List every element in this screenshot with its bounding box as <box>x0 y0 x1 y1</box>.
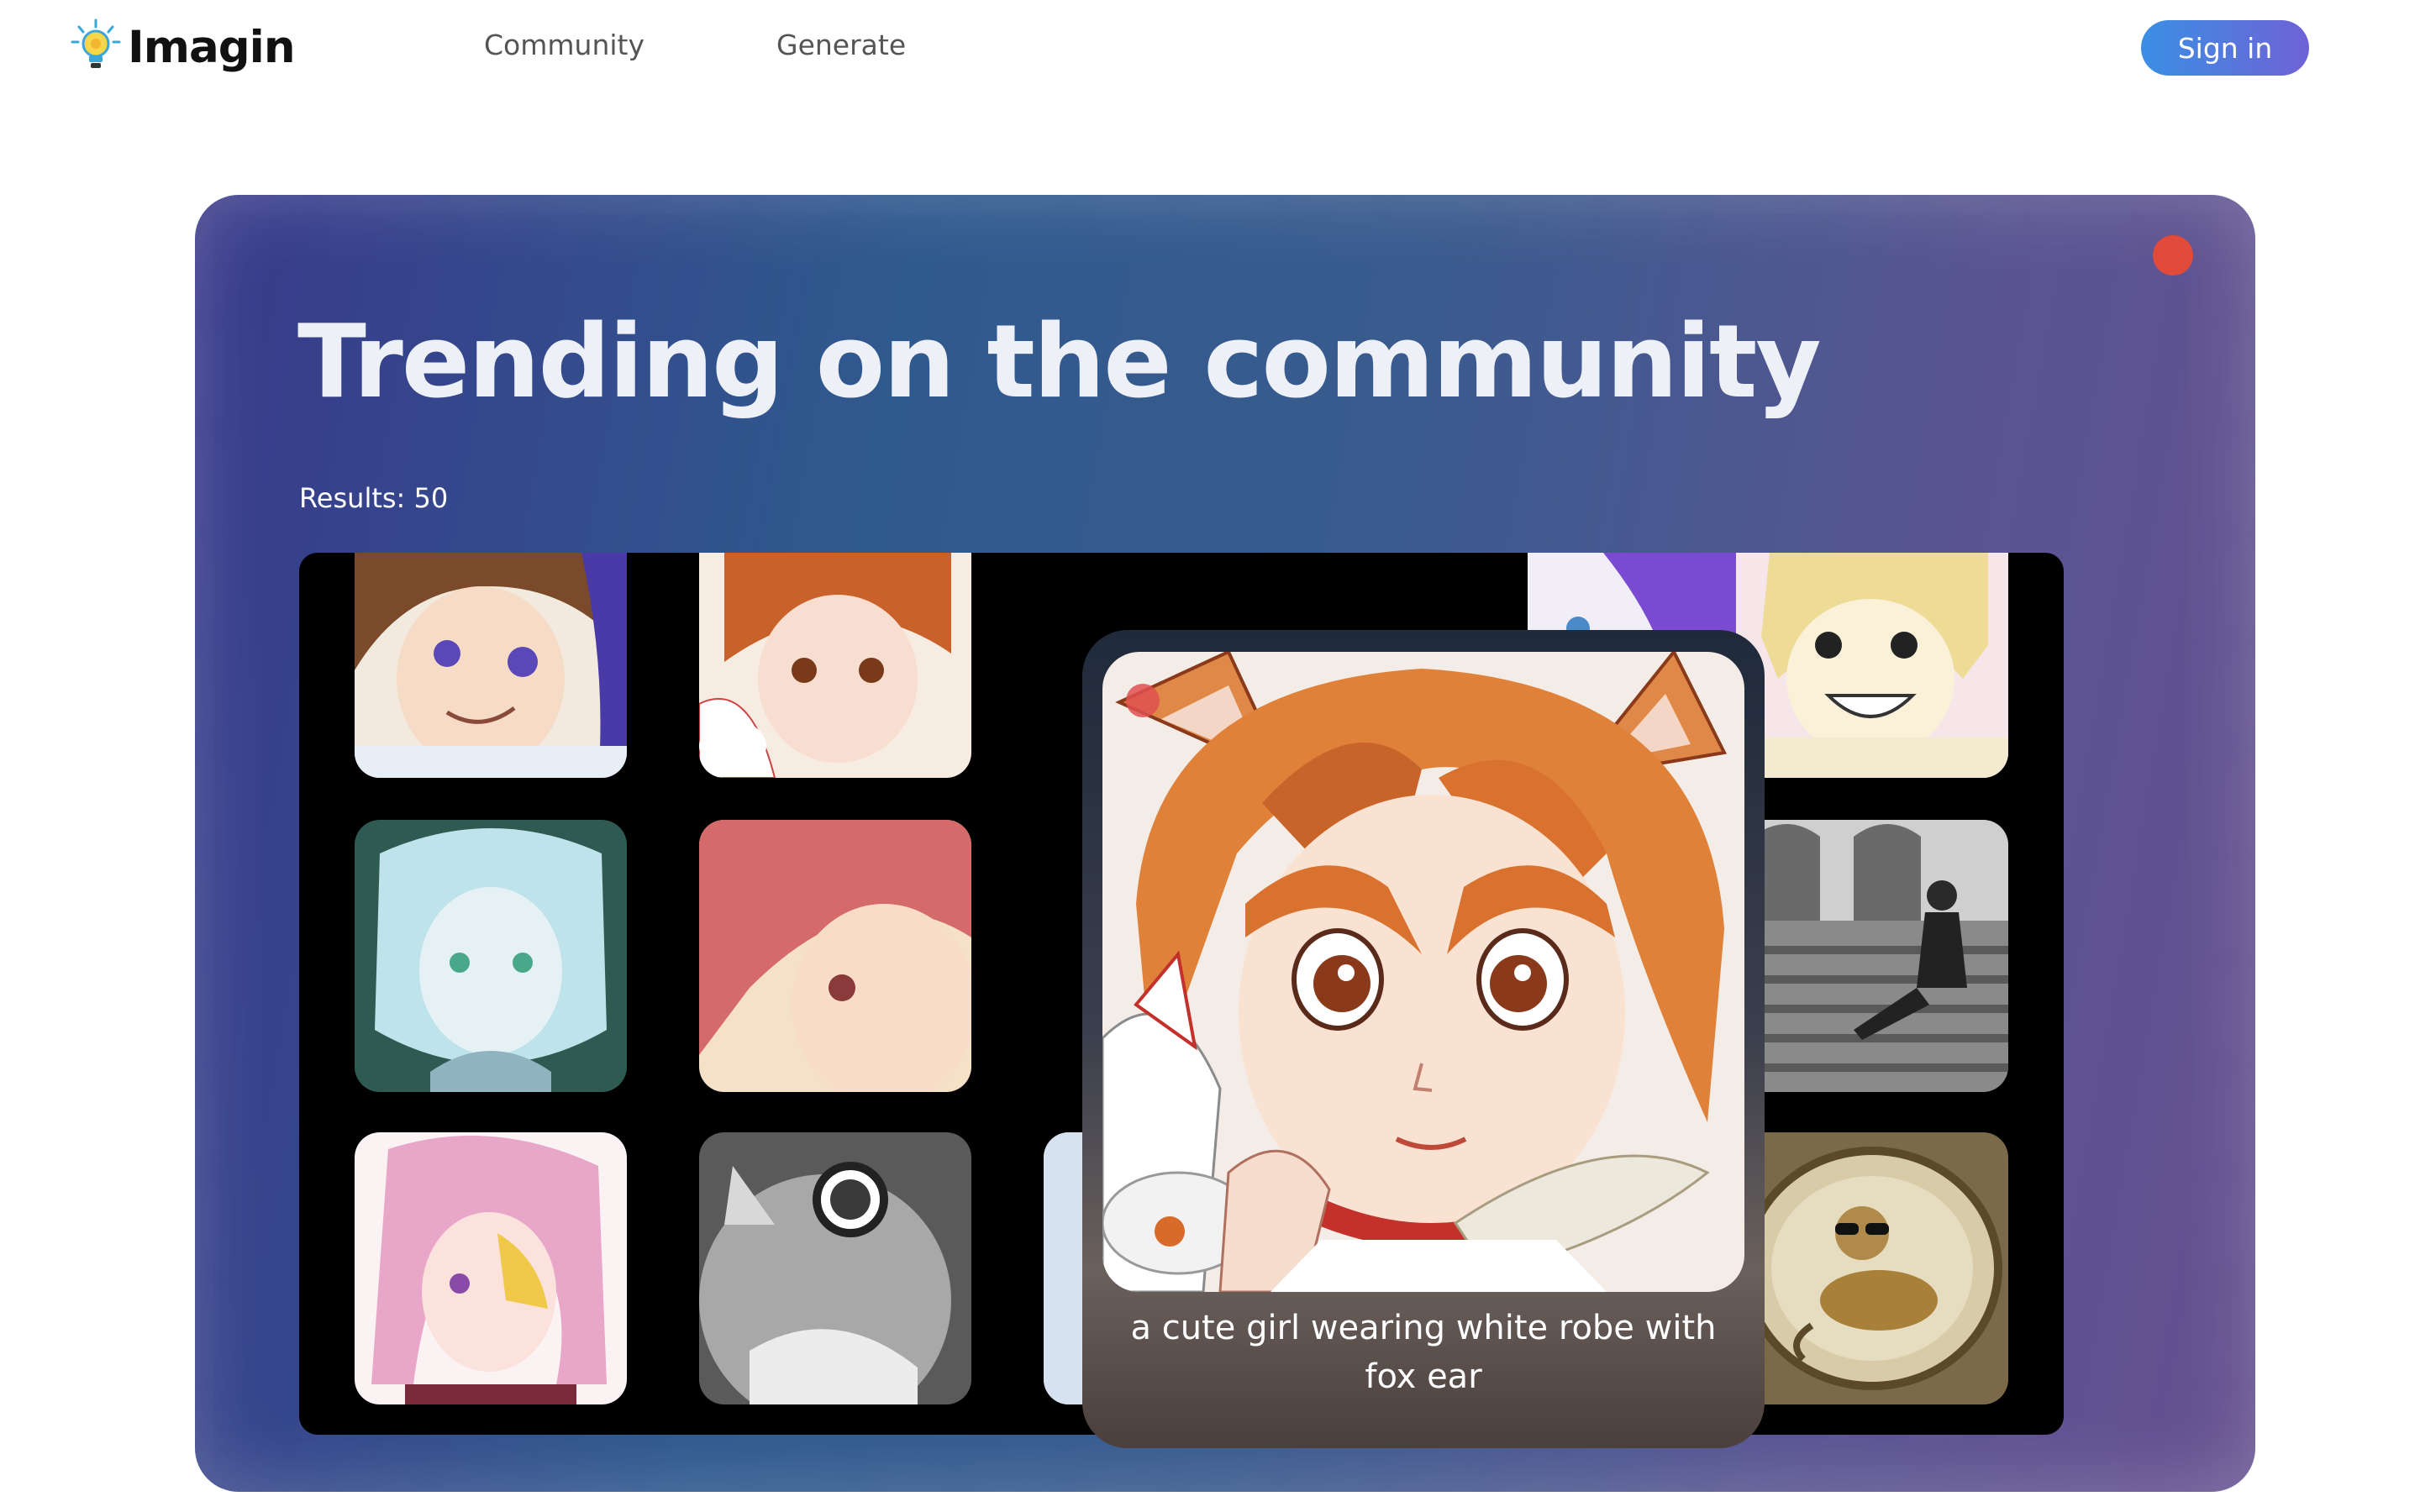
gallery-image[interactable] <box>355 820 627 1092</box>
lightbulb-icon <box>69 18 123 76</box>
results-count: Results: 50 <box>299 482 449 514</box>
preview-caption: a cute girl wearing white robe with fox … <box>1130 1309 1717 1396</box>
logo-text: Imagin <box>128 21 296 73</box>
gallery-image[interactable] <box>1736 1132 2008 1404</box>
nav-generate-link[interactable]: Generate <box>776 29 906 61</box>
gallery-image[interactable] <box>355 1132 627 1404</box>
gallery-image[interactable] <box>1736 820 2008 1092</box>
logo[interactable]: Imagin <box>69 18 296 76</box>
top-navbar: Imagin Community Generate Sign in <box>0 0 2420 94</box>
gallery-image[interactable] <box>699 553 971 778</box>
gallery-image[interactable] <box>1736 553 2008 778</box>
trending-panel: Trending on the community Results: 50 a … <box>195 195 2255 1492</box>
gallery-image[interactable] <box>699 1132 971 1404</box>
nav-community-link[interactable]: Community <box>484 29 644 61</box>
gallery-image[interactable] <box>355 553 627 778</box>
page-title: Trending on the community <box>297 304 1822 421</box>
sign-in-button[interactable]: Sign in <box>2141 20 2309 76</box>
gallery-image[interactable] <box>699 820 971 1092</box>
status-dot <box>2153 235 2193 276</box>
preview-image[interactable] <box>1102 652 1744 1292</box>
image-preview-popover[interactable]: a cute girl wearing white robe with fox … <box>1082 630 1765 1448</box>
